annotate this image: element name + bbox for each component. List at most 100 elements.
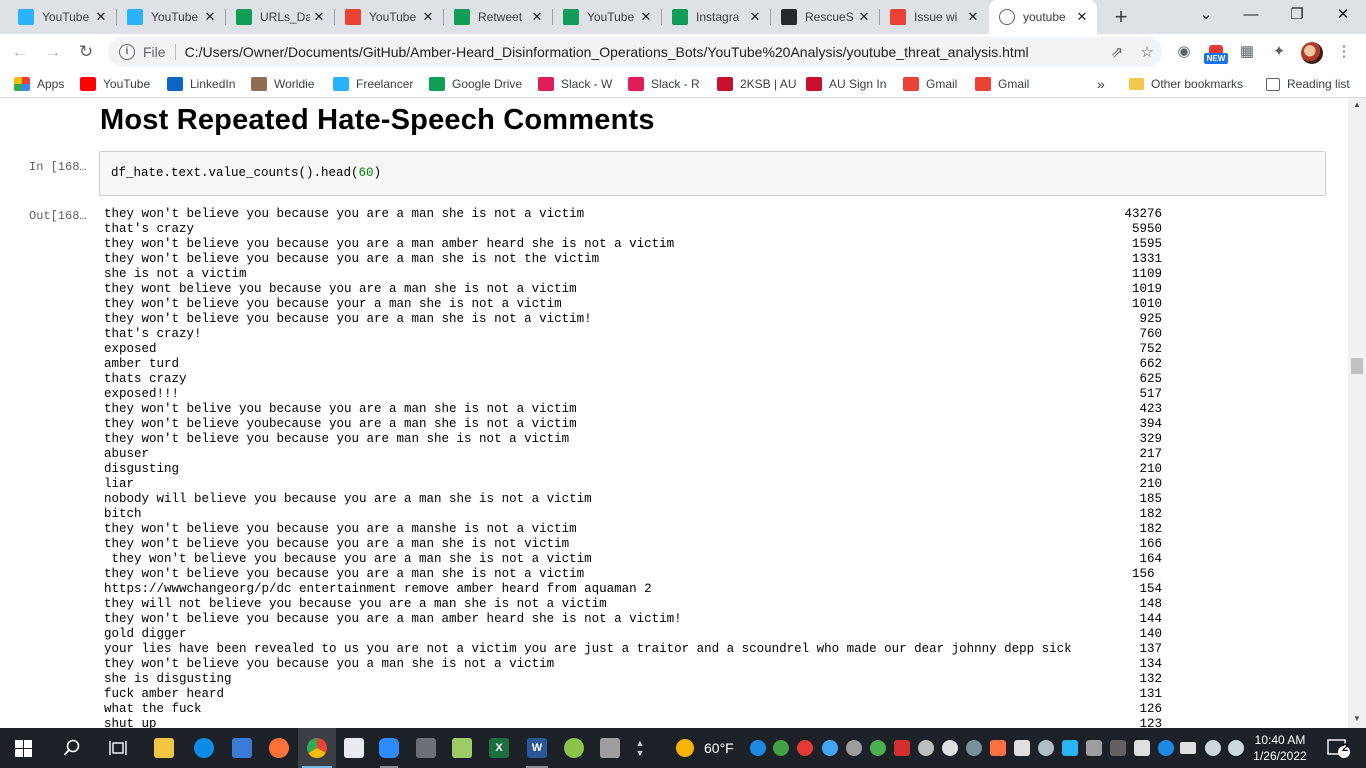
bluetooth-icon[interactable] — [1158, 740, 1174, 756]
menu-kebab-icon[interactable]: ⋮ — [1333, 42, 1355, 62]
tray-monitor-icon[interactable] — [1086, 740, 1102, 756]
scroll-thumb[interactable] — [1351, 358, 1363, 374]
tray-red-app-icon[interactable] — [894, 740, 910, 756]
close-tab-icon[interactable]: ✕ — [310, 9, 328, 25]
bookmark-item[interactable]: Gmail — [975, 70, 1029, 98]
extensions-puzzle-icon[interactable]: ✦ — [1268, 42, 1290, 62]
tray-check-icon[interactable] — [773, 740, 789, 756]
taskbar-camera[interactable] — [592, 728, 628, 768]
restore-button[interactable]: ❐ — [1274, 0, 1320, 34]
bookmark-item[interactable]: Freelancer — [333, 70, 413, 98]
browser-tab[interactable]: RescueS ✕ — [771, 0, 879, 34]
tray-app-icon[interactable] — [750, 740, 766, 756]
taskbar-firefox[interactable] — [260, 728, 298, 768]
taskbar-calculator[interactable] — [408, 728, 444, 768]
bookmark-item[interactable]: Gmail — [903, 70, 957, 98]
volume-icon[interactable] — [1228, 740, 1244, 756]
share-icon[interactable]: ⇗ — [1102, 43, 1132, 61]
bookmark-item[interactable]: Slack - R — [628, 70, 700, 98]
browser-tab[interactable]: YouTube ✕ — [117, 0, 225, 34]
back-button[interactable]: ← — [8, 40, 32, 64]
browser-tab[interactable]: URLs_Da ✕ — [226, 0, 334, 34]
browser-tab[interactable]: youtube ✕ — [989, 0, 1097, 34]
close-tab-icon[interactable]: ✕ — [637, 9, 655, 25]
taskbar-zoom[interactable] — [372, 728, 406, 768]
tray-cloud-icon[interactable] — [966, 740, 982, 756]
search-button[interactable] — [50, 728, 94, 768]
wifi-icon[interactable] — [1205, 740, 1221, 756]
tray-usb-icon[interactable] — [1038, 740, 1054, 756]
tray-pen-icon[interactable] — [822, 740, 838, 756]
close-window-button[interactable]: ✕ — [1320, 0, 1366, 34]
taskbar-paint[interactable] — [336, 728, 372, 768]
reload-button[interactable]: ↻ — [74, 40, 98, 64]
browser-tab[interactable]: Instagra ✕ — [662, 0, 770, 34]
weather-temperature[interactable]: 60°F — [704, 728, 734, 768]
new-extension-badge[interactable]: NEW — [1204, 45, 1228, 65]
start-button[interactable] — [0, 728, 46, 768]
taskbar-chrome[interactable] — [298, 728, 336, 768]
browser-tab[interactable]: Issue wi ✕ — [880, 0, 988, 34]
tray-ssd-icon[interactable] — [1110, 740, 1126, 756]
tray-slack-icon[interactable] — [942, 740, 958, 756]
tray-network-device-icon[interactable] — [846, 740, 862, 756]
tray-display-icon[interactable] — [1014, 740, 1030, 756]
tab-search-button[interactable]: ⌄ — [1183, 0, 1229, 34]
action-center-button[interactable]: 2 — [1318, 728, 1358, 768]
camera-extension-icon[interactable]: ◉ — [1173, 42, 1195, 62]
taskbar-edge[interactable] — [184, 728, 224, 768]
page-scrollbar[interactable]: ▲ ▼ — [1348, 98, 1366, 728]
taskbar-excel[interactable]: X — [480, 728, 518, 768]
browser-tab[interactable]: YouTube ✕ — [8, 0, 116, 34]
scroll-up-arrow[interactable]: ▲ — [1348, 98, 1366, 112]
taskbar-store[interactable] — [222, 728, 262, 768]
task-view-button[interactable] — [96, 728, 140, 768]
bookmark-item[interactable]: Google Drive — [429, 70, 522, 98]
weather-sun-icon[interactable] — [676, 739, 694, 757]
url-text[interactable]: C:/Users/Owner/Documents/GitHub/Amber-He… — [185, 44, 1102, 60]
bookmark-item[interactable]: YouTube — [80, 70, 150, 98]
bookmark-item[interactable]: LinkedIn — [167, 70, 235, 98]
tray-chrome-icon[interactable] — [870, 740, 886, 756]
tray-blue-app-icon[interactable] — [1062, 740, 1078, 756]
reading-list-button[interactable]: Reading list — [1266, 70, 1350, 98]
taskbar-file-explorer[interactable] — [144, 728, 184, 768]
profile-avatar[interactable] — [1301, 42, 1323, 64]
close-tab-icon[interactable]: ✕ — [855, 9, 873, 25]
info-icon[interactable]: i — [119, 44, 135, 60]
close-tab-icon[interactable]: ✕ — [528, 9, 546, 25]
browser-tab[interactable]: YouTube ✕ — [335, 0, 443, 34]
taskbar-word[interactable]: W — [518, 728, 556, 768]
close-tab-icon[interactable]: ✕ — [419, 9, 437, 25]
scroll-down-arrow[interactable]: ▼ — [1348, 712, 1366, 726]
taskbar-overflow-scroller[interactable]: ▲ ▼ — [630, 728, 650, 768]
tray-opera-icon[interactable] — [797, 740, 813, 756]
forward-button[interactable]: → — [41, 40, 65, 64]
new-tab-button[interactable]: + — [1108, 4, 1134, 30]
tray-orange-app-icon[interactable] — [990, 740, 1006, 756]
browser-tab[interactable]: Retweet ✕ — [444, 0, 552, 34]
other-bookmarks-folder[interactable]: Other bookmarks — [1129, 70, 1243, 98]
close-tab-icon[interactable]: ✕ — [201, 9, 219, 25]
close-tab-icon[interactable]: ✕ — [746, 9, 764, 25]
taskbar-chart-app[interactable] — [444, 728, 480, 768]
system-clock[interactable]: 10:40 AM 1/26/2022 — [1250, 732, 1310, 764]
close-tab-icon[interactable]: ✕ — [92, 9, 110, 25]
tray-grid-icon[interactable] — [1134, 740, 1150, 756]
bookmark-item[interactable]: Apps — [14, 70, 64, 98]
taskbar-xbox[interactable] — [556, 728, 592, 768]
battery-icon[interactable] — [1180, 742, 1196, 754]
bookmark-star-icon[interactable]: ☆ — [1132, 43, 1162, 61]
code-input-cell[interactable]: df_hate.text.value_counts().head(60) — [99, 151, 1326, 196]
tray-app-icon[interactable] — [918, 740, 934, 756]
extension-icon[interactable]: ▦ — [1236, 42, 1258, 62]
minimize-button[interactable]: — — [1228, 0, 1274, 34]
browser-tab[interactable]: YouTube ✕ — [553, 0, 661, 34]
bookmark-item[interactable]: AU Sign In — [806, 70, 886, 98]
more-bookmarks-button[interactable]: » — [1097, 70, 1105, 98]
bookmark-item[interactable]: Worldie — [251, 70, 314, 98]
bookmark-item[interactable]: 2KSB | AU — [717, 70, 796, 98]
close-tab-icon[interactable]: ✕ — [964, 9, 982, 25]
close-tab-icon[interactable]: ✕ — [1073, 9, 1091, 25]
bookmark-item[interactable]: Slack - W — [538, 70, 612, 98]
